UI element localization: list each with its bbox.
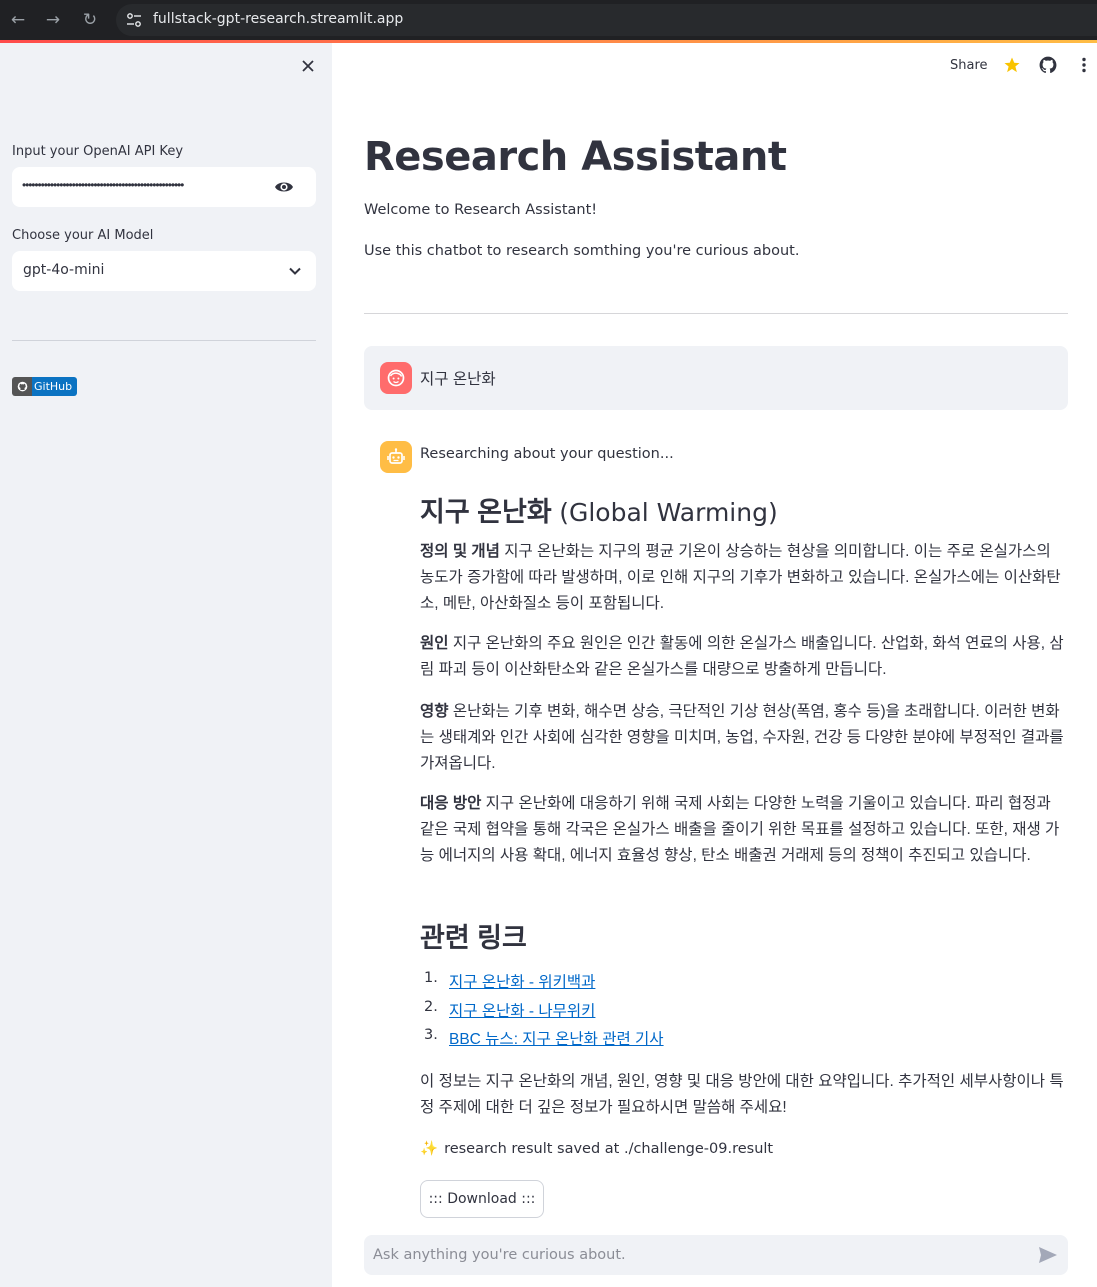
download-button[interactable]: ::: Download ::: [420, 1180, 544, 1218]
main-divider [364, 313, 1068, 314]
section-text: 지구 온난화에 대응하기 위해 국제 사회는 다양한 노력을 기울이고 있습니다… [420, 795, 1060, 864]
sidebar: Input your OpenAI API Key ••••••••••••••… [0, 43, 332, 1287]
list-item: 3. BBC 뉴스: 지구 온난화 관련 기사 [420, 1027, 664, 1056]
section-text: 지구 온난화의 주요 원인은 인간 활동에 의한 온실가스 배출입니다. 산업화… [420, 635, 1064, 678]
address-bar[interactable]: fullstack-gpt-research.streamlit.app [116, 4, 1097, 36]
section-label: 영향 [420, 703, 449, 720]
api-key-input[interactable]: ••••••••••••••••••••••••••••••••••••••••… [12, 167, 316, 207]
summary-text: 이 정보는 지구 온난화의 개념, 원인, 영향 및 대응 방안에 대한 요약입… [420, 1073, 1064, 1116]
github-icon[interactable] [1039, 56, 1057, 74]
links-heading: 관련 링크 [420, 923, 527, 953]
back-arrow-icon[interactable]: ← [5, 7, 31, 33]
list-item: 2. 지구 온난화 - 나무위키 [420, 999, 664, 1028]
star-icon[interactable] [1003, 56, 1021, 74]
browser-toolbar: ← → ↻ fullstack-gpt-research.streamlit.a… [0, 0, 1097, 40]
user-chat-message: 지구 온난화 [364, 346, 1068, 410]
saved-text: research result saved at ./challenge-09.… [444, 1140, 774, 1157]
user-message-text: 지구 온난화 [420, 371, 496, 388]
answer-heading-en: (Global Warming) [559, 498, 778, 527]
main-menu-icon[interactable] [1075, 56, 1093, 74]
link-wikipedia[interactable]: 지구 온난화 - 위키백과 [449, 970, 595, 999]
link-namuwiki[interactable]: 지구 온난화 - 나무위키 [449, 999, 595, 1028]
github-badge-label: GitHub [32, 377, 78, 396]
section-label: 정의 및 개념 [420, 543, 500, 560]
url-text: fullstack-gpt-research.streamlit.app [153, 11, 404, 27]
intro-text: Use this chatbot to research somthing yo… [364, 243, 800, 259]
site-settings-icon[interactable] [126, 12, 142, 28]
model-select[interactable]: gpt-4o-mini [12, 251, 316, 291]
github-badge[interactable]: GitHub [12, 377, 78, 396]
answer-heading: 지구 온난화 (Global Warming) [420, 490, 778, 529]
list-number: 3. [424, 1027, 438, 1043]
close-sidebar-icon[interactable] [298, 56, 318, 76]
sidebar-divider [12, 340, 316, 341]
share-button[interactable]: Share [950, 58, 988, 73]
section-label: 원인 [420, 635, 449, 652]
assistant-avatar-icon [380, 441, 412, 473]
forward-arrow-icon[interactable]: → [40, 7, 66, 33]
reload-icon[interactable]: ↻ [77, 7, 103, 33]
sparkles-icon: ✨ [420, 1141, 439, 1157]
section-cause: 원인 지구 온난화의 주요 원인은 인간 활동에 의한 온실가스 배출입니다. … [420, 631, 1068, 683]
saved-notice: ✨ research result saved at ./challenge-0… [420, 1140, 774, 1158]
api-key-label: Input your OpenAI API Key [12, 144, 184, 159]
list-number: 2. [424, 998, 438, 1015]
list-item: 1. 지구 온난화 - 위키백과 [420, 970, 664, 999]
list-number: 1. [424, 970, 438, 986]
chat-input-container [364, 1235, 1068, 1275]
github-icon [12, 377, 32, 396]
page-title: Research Assistant [364, 134, 787, 180]
model-label: Choose your AI Model [12, 228, 154, 243]
chat-input[interactable] [364, 1235, 1024, 1275]
section-definition: 정의 및 개념 지구 온난화는 지구의 평균 기온이 상승하는 현상을 의미합니… [420, 539, 1068, 617]
section-response: 대응 방안 지구 온난화에 대응하기 위해 국제 사회는 다양한 노력을 기울이… [420, 791, 1068, 869]
api-key-value: ••••••••••••••••••••••••••••••••••••••••… [22, 178, 184, 192]
related-links-list: 1. 지구 온난화 - 위키백과 2. 지구 온난화 - 나무위키 3. BBC 뉴스… [420, 970, 664, 1056]
welcome-text: Welcome to Research Assistant! [364, 202, 598, 218]
link-bbc-news[interactable]: BBC 뉴스: 지구 온난화 관련 기사 [449, 1027, 664, 1056]
user-avatar-icon [380, 362, 412, 394]
send-icon[interactable] [1038, 1246, 1058, 1264]
section-text: 온난화는 기후 변화, 해수면 상승, 극단적인 기상 현상(폭염, 홍수 등)… [420, 703, 1064, 772]
model-select-value: gpt-4o-mini [23, 262, 105, 278]
section-text: 지구 온난화는 지구의 평균 기온이 상승하는 현상을 의미합니다. 이는 주로… [420, 543, 1061, 612]
answer-heading-ko: 지구 온난화 [420, 497, 552, 527]
show-password-icon[interactable] [274, 179, 294, 195]
chevron-down-icon [289, 267, 301, 275]
section-label: 대응 방안 [420, 795, 482, 812]
section-impact: 영향 온난화는 기후 변화, 해수면 상승, 극단적인 기상 현상(폭염, 홍수… [420, 699, 1068, 777]
research-status-text: Researching about your question... [420, 446, 674, 462]
